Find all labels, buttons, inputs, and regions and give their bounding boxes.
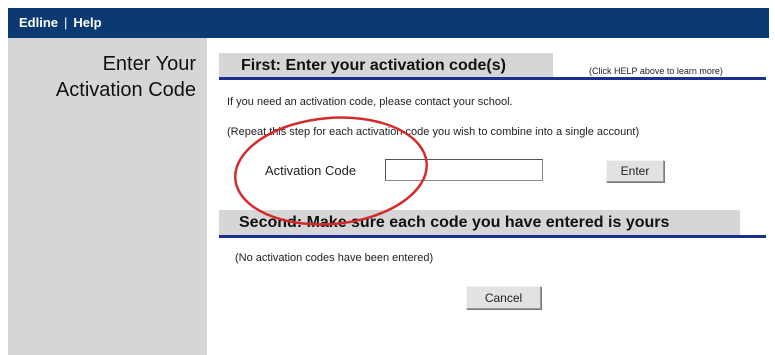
no-codes-text: (No activation codes have been entered) — [235, 252, 434, 264]
first-section-header: First: Enter your activation code(s) — [219, 53, 553, 78]
left-title-panel: Enter Your Activation Code — [8, 38, 207, 355]
second-section-rule — [219, 235, 766, 238]
first-section-rule — [219, 77, 766, 80]
help-note: (Click HELP above to learn more) — [589, 66, 723, 76]
activation-code-input[interactable] — [385, 159, 543, 181]
second-section-heading: Second: Make sure each code you have ent… — [239, 214, 670, 231]
page-title-line-2: Activation Code — [55, 79, 196, 101]
top-nav-links: Edline | Help — [19, 15, 102, 30]
nav-separator: | — [64, 15, 68, 30]
repeat-step-text: (Repeat this step for each activation co… — [227, 126, 640, 138]
edline-link[interactable]: Edline — [19, 15, 58, 30]
contact-school-text: If you need an activation code, please c… — [227, 96, 513, 108]
page-title-line-1: Enter Your — [102, 53, 196, 75]
enter-button[interactable]: Enter — [606, 160, 664, 182]
second-section-header: Second: Make sure each code you have ent… — [219, 210, 740, 235]
first-section-heading: First: Enter your activation code(s) — [241, 57, 506, 74]
page-title: Enter Your Activation Code — [56, 51, 196, 103]
activation-code-label: Activation Code — [265, 163, 357, 178]
cancel-button[interactable]: Cancel — [466, 286, 541, 309]
top-nav-bar: Edline | Help — [8, 8, 769, 38]
help-link[interactable]: Help — [73, 15, 101, 30]
